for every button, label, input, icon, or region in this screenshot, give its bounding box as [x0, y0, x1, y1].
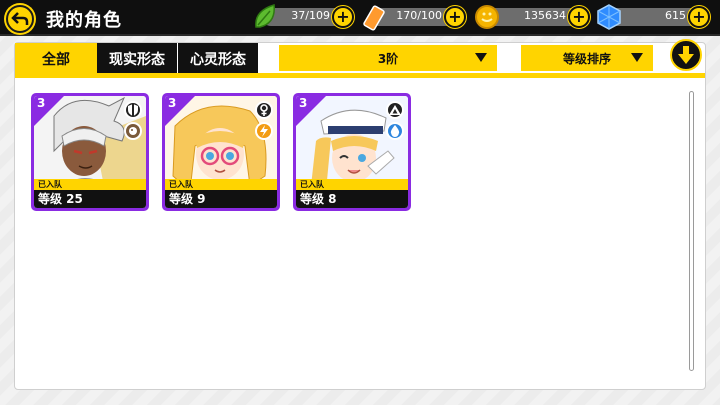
- team-status-label: 已入队: [296, 179, 408, 190]
- grade-number: 3: [299, 96, 308, 110]
- ghost-icon: [124, 122, 142, 140]
- tab-reality-form[interactable]: 现实形态: [97, 43, 177, 75]
- stamina-value: 37/109: [291, 9, 330, 22]
- add-gold-button[interactable]: +: [568, 6, 590, 28]
- energy-value: 170/100: [396, 9, 442, 22]
- lightning-icon: [255, 122, 273, 140]
- sort-value: 等级排序: [562, 51, 611, 66]
- gold-value: 135634: [524, 9, 566, 22]
- character-card[interactable]: 3 已入队 等级 25: [31, 93, 149, 211]
- team-status-label: 已入队: [165, 179, 277, 190]
- back-button[interactable]: [6, 5, 34, 33]
- battery-icon: [363, 5, 385, 31]
- team-status-label: 已入队: [34, 179, 146, 190]
- add-energy-button[interactable]: +: [444, 6, 466, 28]
- grade-number: 3: [37, 96, 46, 110]
- add-stamina-button[interactable]: +: [332, 6, 354, 28]
- leaf-icon: [255, 4, 275, 28]
- coin-icon: [475, 5, 499, 29]
- sort-dropdown[interactable]: 等级排序: [521, 45, 653, 71]
- level-label: 等级 25: [34, 190, 146, 208]
- tier-filter-value: 3阶: [377, 51, 399, 66]
- character-card[interactable]: 3 已入队 等级 9: [162, 93, 280, 211]
- top-bar: 我的角色 37/109 + 170/100 + 135634 + 615 +: [0, 0, 720, 36]
- water-drop-icon: [386, 122, 404, 140]
- female-symbol-icon: [255, 101, 273, 119]
- back-arrow-icon: [11, 12, 29, 25]
- triangle-icon: [386, 101, 404, 119]
- arrow-down-icon: [678, 46, 694, 64]
- add-crystal-button[interactable]: +: [688, 6, 710, 28]
- level-label: 等级 9: [165, 190, 277, 208]
- grade-number: 3: [168, 96, 177, 110]
- triangle-down-icon: [475, 53, 487, 62]
- tab-underline: [15, 73, 705, 78]
- crystal-value: 615: [665, 9, 686, 22]
- page-title: 我的角色: [46, 10, 122, 31]
- tier-filter-dropdown[interactable]: 3阶: [279, 45, 497, 71]
- tab-mind-form[interactable]: 心灵形态: [178, 43, 258, 75]
- character-card[interactable]: 3 已入队 等级 8: [293, 93, 411, 211]
- tab-all[interactable]: 全部: [15, 43, 97, 75]
- tab-bar: 全部 现实形态 心灵形态 3阶 等级排序: [15, 39, 705, 77]
- shield-icon: [124, 101, 142, 119]
- character-panel: 全部 现实形态 心灵形态 3阶 等级排序 3 已入队 等级 25 3 已入队 等…: [14, 39, 706, 390]
- scrollbar[interactable]: [689, 91, 694, 371]
- sort-order-button[interactable]: [670, 39, 702, 71]
- crystal-icon: [597, 4, 621, 30]
- level-label: 等级 8: [296, 190, 408, 208]
- triangle-down-icon: [631, 53, 643, 62]
